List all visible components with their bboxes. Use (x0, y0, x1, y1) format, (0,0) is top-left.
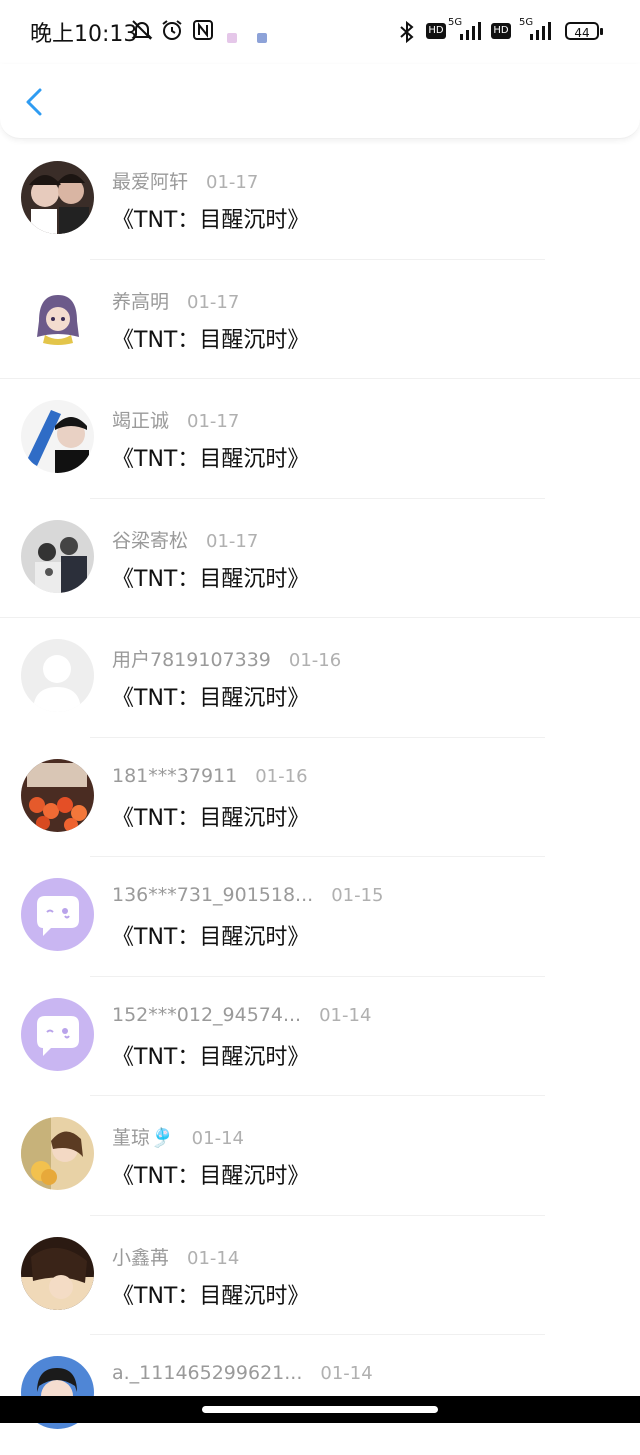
item-content: 《TNT：目醒沉时》 (112, 447, 310, 472)
date: 01-15 (331, 885, 384, 906)
avatar[interactable] (21, 1236, 94, 1310)
name-line: 136***731_901518... 01-15 (112, 884, 384, 906)
item-content: 《TNT：目醒沉时》 (112, 566, 310, 592)
bluetooth-icon (400, 20, 414, 44)
home-indicator[interactable] (202, 1406, 438, 1413)
list-item[interactable]: 小鑫苒 01-14 《TNT：目醒沉时》 (0, 1216, 640, 1335)
status-time: 晚上10:13 (30, 22, 138, 47)
battery-icon: 44 (565, 22, 599, 40)
app-notification-icon (257, 33, 267, 43)
avatar[interactable] (21, 280, 94, 354)
nav-bar (0, 64, 640, 139)
user-name[interactable]: 谷梁寄松 (112, 530, 188, 552)
list-item[interactable]: 152***012_94574... 01-14 《TNT：目醒沉时》 (0, 977, 640, 1096)
list-item[interactable]: 竭正诚 01-17 《TNT：目醒沉时》 (0, 379, 640, 499)
user-name[interactable]: 用户7819107339 (112, 649, 271, 671)
item-content: 《TNT：目醒沉时》 (112, 686, 310, 711)
avatar[interactable] (21, 997, 94, 1071)
user-name[interactable]: 最爱阿轩 (112, 171, 188, 193)
name-line: a._111465299621... 01-14 (112, 1362, 373, 1384)
signal-icon (530, 22, 551, 40)
date: 01-14 (187, 1247, 240, 1269)
avatar[interactable] (21, 400, 94, 473)
avatar[interactable] (21, 758, 94, 832)
item-content: 《TNT：目醒沉时》 (112, 208, 310, 233)
avatar[interactable] (21, 1117, 94, 1190)
alarm-icon (162, 20, 182, 40)
date: 01-17 (206, 172, 259, 193)
hd-badge: HD (491, 23, 511, 39)
user-name[interactable]: 竭正诚 (112, 410, 169, 432)
user-name[interactable]: 小鑫苒 (112, 1247, 169, 1269)
name-line: 181***37911 01-16 (112, 765, 308, 787)
date: 01-14 (320, 1363, 373, 1384)
date: 01-17 (187, 291, 240, 313)
list-item[interactable]: 堇琼🎐 01-14 《TNT：目醒沉时》 (0, 1096, 640, 1216)
item-content: 《TNT：目醒沉时》 (112, 1283, 310, 1309)
date: 01-14 (319, 1004, 372, 1026)
name-line: 最爱阿轩 01-17 (112, 167, 258, 194)
list-item[interactable]: 181***37911 01-16 《TNT：目醒沉时》 (0, 738, 640, 857)
battery-tip (600, 28, 603, 35)
user-name[interactable]: a._111465299621... (112, 1362, 302, 1384)
item-content: 《TNT：目醒沉时》 (112, 327, 310, 353)
list-item[interactable]: 养高明 01-17 《TNT：目醒沉时》 (0, 260, 640, 379)
item-content: 《TNT：目醒沉时》 (112, 925, 310, 950)
item-content: 《TNT：目醒沉时》 (112, 805, 310, 831)
list-item[interactable]: 136***731_901518... 01-15 《TNT：目醒沉时》 (0, 857, 640, 977)
date: 01-14 (191, 1128, 244, 1149)
list-item[interactable]: 谷梁寄松 01-17 《TNT：目醒沉时》 (0, 499, 640, 618)
app-notification-icon (227, 33, 237, 43)
date: 01-17 (187, 411, 240, 432)
status-bar: 晚上10:13 HD 5G HD 5G 44 (0, 0, 640, 64)
list-item[interactable]: 最爱阿轩 01-17 《TNT：目醒沉时》 (0, 140, 640, 260)
name-line: 养高明 01-17 (112, 287, 239, 314)
back-chevron-left-icon[interactable] (20, 82, 50, 122)
name-line: 谷梁寄松 01-17 (112, 526, 258, 553)
date: 01-16 (255, 765, 308, 787)
signal-icon (460, 22, 481, 40)
avatar[interactable] (21, 639, 94, 712)
hd-badge: HD (426, 23, 446, 39)
name-line: 堇琼🎐 01-14 (112, 1123, 244, 1150)
mute-bell-icon (131, 20, 153, 40)
avatar[interactable] (21, 878, 94, 951)
user-name[interactable]: 152***012_94574... (112, 1004, 301, 1026)
avatar[interactable] (21, 519, 94, 593)
date: 01-17 (206, 530, 259, 552)
name-line: 竭正诚 01-17 (112, 406, 239, 433)
item-content: 《TNT：目醒沉时》 (112, 1044, 310, 1070)
user-name[interactable]: 养高明 (112, 291, 169, 313)
user-name[interactable]: 181***37911 (112, 765, 237, 787)
nfc-icon (193, 20, 213, 40)
name-line: 用户7819107339 01-16 (112, 645, 341, 672)
user-name[interactable]: 136***731_901518... (112, 884, 313, 906)
name-line: 152***012_94574... 01-14 (112, 1004, 371, 1026)
user-list: 最爱阿轩 01-17 《TNT：目醒沉时》 养高明 01-17 《TNT：目醒沉时》… (0, 140, 640, 1455)
item-content: 《TNT：目醒沉时》 (112, 1164, 310, 1189)
list-item[interactable]: a._111465299621... 01-14 (0, 1335, 640, 1455)
avatar[interactable] (21, 161, 94, 234)
list-item[interactable]: 用户7819107339 01-16 《TNT：目醒沉时》 (0, 618, 640, 738)
user-name[interactable]: 堇琼🎐 (112, 1127, 174, 1149)
date: 01-16 (288, 650, 342, 671)
name-line: 小鑫苒 01-14 (112, 1243, 239, 1270)
